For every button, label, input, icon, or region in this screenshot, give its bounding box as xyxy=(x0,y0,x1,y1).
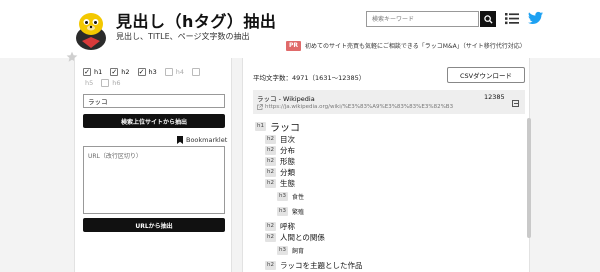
checkbox-h5-label: h5 xyxy=(85,79,94,87)
checkbox-h3[interactable]: h3 xyxy=(137,68,157,76)
site-title[interactable]: 見出し（hタグ）抽出 xyxy=(116,8,276,32)
checkbox-h6-box[interactable] xyxy=(101,79,110,87)
heading-text: 呼称 xyxy=(280,222,295,231)
site-header: 見出し（hタグ）抽出 見出し、TITLE、ページ文字数の抽出 PR 初めてのサイ… xyxy=(0,0,600,58)
extract-form-panel: h1 h2 h3 h4 h5 h6 検索上位サイトから抽出 Bookmarkle… xyxy=(74,58,232,272)
heading-tag: h2 xyxy=(265,261,276,270)
bookmark-icon xyxy=(177,136,183,144)
heading-text: 食性 xyxy=(292,194,305,201)
checkbox-h1-box[interactable] xyxy=(83,68,91,76)
page: 見出し（hタグ）抽出 見出し、TITLE、ページ文字数の抽出 PR 初めてのサイ… xyxy=(0,0,600,272)
checkbox-h3-label: h3 xyxy=(148,68,157,76)
heading-row: h2 呼称 xyxy=(265,221,295,232)
heading-text: 形態 xyxy=(280,157,295,166)
checkbox-h5-box[interactable] xyxy=(192,68,201,76)
search-icon xyxy=(483,14,493,24)
heading-text: 目次 xyxy=(280,135,295,144)
heading-text: 分類 xyxy=(280,168,295,177)
external-link-icon xyxy=(257,104,263,110)
checkbox-h6-label: h6 xyxy=(112,79,121,87)
checkbox-h2-box[interactable] xyxy=(110,68,119,76)
keyword-input[interactable] xyxy=(83,94,225,108)
heading-tag: h1 xyxy=(255,122,266,131)
heading-text: 分布 xyxy=(280,146,295,155)
bookmarklet-link[interactable]: Bookmarklet xyxy=(177,136,227,144)
heading-text: 飼育 xyxy=(292,248,305,255)
mascot-logo[interactable] xyxy=(72,8,110,50)
url-textarea[interactable] xyxy=(83,146,225,214)
heading-row: h2 人間との関係 xyxy=(265,232,325,243)
heading-tag: h2 xyxy=(265,179,276,188)
heading-row: h3 飼育 xyxy=(277,246,304,255)
pr-link[interactable]: 初めてのサイト売買も気軽にご相談できる「ラッコM&A」（サイト移行代行対応） xyxy=(305,41,526,50)
heading-tag: h2 xyxy=(265,146,276,155)
checkbox-h2[interactable]: h2 xyxy=(110,68,130,76)
heading-row: h3 繁殖 xyxy=(277,207,304,216)
heading-tag: h2 xyxy=(265,222,276,231)
search-extract-button[interactable]: 検索上位サイトから抽出 xyxy=(83,114,225,128)
checkbox-h3-box[interactable] xyxy=(137,68,146,76)
search-input[interactable] xyxy=(366,11,479,27)
twitter-icon[interactable] xyxy=(528,11,543,25)
checkbox-h1[interactable]: h1 xyxy=(83,68,102,76)
heading-tag: h2 xyxy=(265,233,276,242)
checkbox-h4-box[interactable] xyxy=(164,68,173,76)
checkbox-h1-label: h1 xyxy=(94,68,103,76)
checkbox-h4-label: h4 xyxy=(175,68,185,76)
heading-checkbox-row-2: h5 h6 xyxy=(83,79,129,87)
results-scrollbar[interactable] xyxy=(527,118,531,238)
heading-row: h2 分布 xyxy=(265,145,295,156)
checkbox-h4[interactable]: h4 xyxy=(164,68,185,76)
csv-download-button[interactable]: CSVダウンロード xyxy=(447,67,525,83)
heading-tag: h2 xyxy=(265,157,276,166)
heading-row: h2 形態 xyxy=(265,156,295,167)
bookmarklet-label: Bookmarklet xyxy=(186,136,228,144)
heading-text: 生態 xyxy=(280,179,295,188)
collapse-icon[interactable] xyxy=(512,100,519,107)
pr-badge: PR xyxy=(286,40,302,51)
result-char-count: 12385 xyxy=(484,93,505,101)
url-extract-button[interactable]: URLから抽出 xyxy=(83,218,225,232)
heading-tag: h2 xyxy=(265,135,276,144)
heading-row: h1 ラッコ xyxy=(255,119,300,134)
heading-checkbox-row-1: h1 h2 h3 h4 xyxy=(83,68,211,76)
heading-tag: h3 xyxy=(277,207,288,216)
checkbox-h6[interactable]: h6 xyxy=(101,79,121,87)
heading-text: ラッコを主題とした作品 xyxy=(280,261,363,270)
heading-row: h2 分類 xyxy=(265,167,295,178)
heading-row: h2 生態 xyxy=(265,178,295,189)
checkbox-h2-label: h2 xyxy=(121,68,130,76)
heading-row: h2 ラッコを主題とした作品 xyxy=(265,260,363,271)
heading-text: 繁殖 xyxy=(292,209,305,216)
heading-tag: h3 xyxy=(277,246,288,255)
pr-banner[interactable]: PR 初めてのサイト売買も気軽にご相談できる「ラッコM&A」（サイト移行代行対応… xyxy=(286,40,526,51)
checkbox-h5[interactable]: h5 xyxy=(83,79,93,87)
heading-text: ラッコ xyxy=(270,123,300,134)
result-item: ラッコ - Wikipedia 12385 https://ja.wikiped… xyxy=(253,90,525,272)
results-panel: 平均文字数：4971（1631～12385） CSVダウンロード ラッコ - W… xyxy=(242,58,531,272)
result-url-link[interactable]: https://ja.wikipedia.org/wiki/%E3%83%A9%… xyxy=(257,104,453,110)
site-subtitle: 見出し、TITLE、ページ文字数の抽出 xyxy=(116,32,250,41)
heading-text: 人間との関係 xyxy=(280,233,325,242)
heading-row: h2 目次 xyxy=(265,134,295,145)
result-title[interactable]: ラッコ - Wikipedia xyxy=(257,93,315,103)
heading-tag: h2 xyxy=(265,168,276,177)
average-char-count: 平均文字数：4971（1631～12385） xyxy=(253,74,366,82)
search-button[interactable] xyxy=(480,11,496,27)
heading-row: h3 食性 xyxy=(277,192,304,201)
result-url-text: https://ja.wikipedia.org/wiki/%E3%83%A9%… xyxy=(265,104,454,110)
menu-list-icon[interactable] xyxy=(505,12,519,25)
result-header: ラッコ - Wikipedia 12385 https://ja.wikiped… xyxy=(253,90,525,114)
heading-tag: h3 xyxy=(277,192,288,201)
checkbox-h5-box-only[interactable] xyxy=(192,68,203,76)
